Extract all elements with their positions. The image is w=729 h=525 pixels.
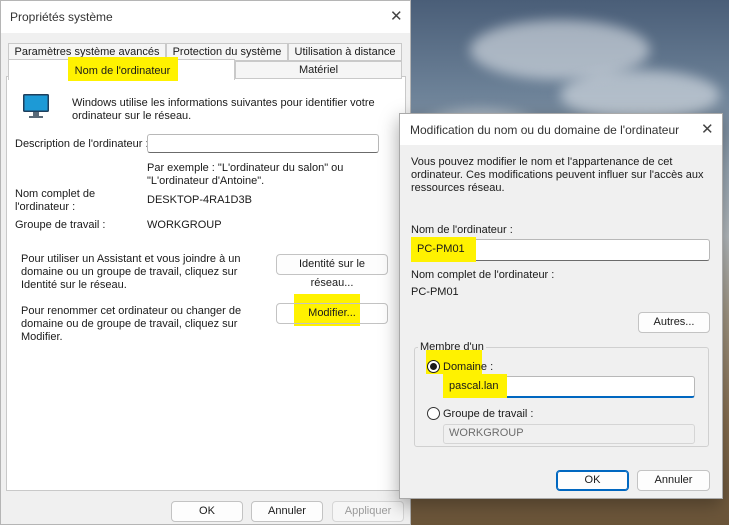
domain-input[interactable]: pascal.lan [443, 374, 695, 398]
modify-button[interactable]: Modifier... [276, 303, 388, 324]
sub-workgroup-label: Groupe de travail : [443, 408, 534, 420]
workgroup-label: Groupe de travail : [15, 219, 106, 231]
workgroup-value: WORKGROUP [147, 219, 222, 231]
domain-radio[interactable] [427, 360, 440, 373]
network-id-button[interactable]: Identité sur le réseau... [276, 254, 388, 289]
dialog-title: Propriétés système [10, 10, 113, 24]
workgroup-input[interactable]: WORKGROUP [443, 424, 695, 444]
description-input[interactable] [147, 134, 379, 153]
sub-titlebar: Modification du nom ou du domaine de l'o… [400, 114, 722, 145]
computer-name-change-dialog: Modification du nom ou du domaine de l'o… [399, 113, 723, 499]
sub-fullname-value: PC-PM01 [411, 286, 459, 298]
assistant-text: Pour utiliser un Assistant et vous joind… [21, 253, 241, 291]
ok-button[interactable]: OK [171, 501, 243, 522]
fullname-value: DESKTOP-4RA1D3B [147, 194, 252, 206]
description-label: Description de l'ordinateur : [15, 138, 149, 150]
titlebar: Propriétés système ✕ [1, 1, 410, 33]
domain-label: Domaine : [443, 361, 494, 373]
example-text: Par exemple : "L'ordinateur du salon" ou… [147, 162, 344, 187]
tab-remote[interactable]: Utilisation à distance [288, 43, 402, 61]
close-icon[interactable]: ✕ [701, 122, 714, 137]
computer-name-input[interactable]: PC-PM01 [411, 237, 710, 262]
computer-monitor-icon [23, 94, 49, 118]
intro-text: Windows utilise les informations suivant… [72, 97, 375, 122]
cancel-button[interactable]: Annuler [251, 501, 323, 522]
sub-ok-button[interactable]: OK [556, 470, 629, 491]
sub-dialog-title: Modification du nom ou du domaine de l'o… [410, 123, 680, 137]
fullname-label: Nom complet de l'ordinateur : [15, 188, 96, 213]
workgroup-radio[interactable] [427, 407, 440, 420]
sub-intro-text: Vous pouvez modifier le nom et l'apparte… [411, 156, 704, 194]
system-properties-dialog: Propriétés système ✕ Paramètres système … [0, 0, 411, 525]
sub-fullname-label: Nom complet de l'ordinateur : [411, 269, 555, 281]
more-button[interactable]: Autres... [638, 312, 710, 333]
name-label: Nom de l'ordinateur : [411, 224, 513, 236]
sub-cancel-button[interactable]: Annuler [637, 470, 710, 491]
apply-button[interactable]: Appliquer [332, 501, 404, 522]
rename-text: Pour renommer cet ordinateur ou changer … [21, 305, 242, 343]
close-icon[interactable]: ✕ [390, 9, 403, 24]
tab-computer-name[interactable]: Nom de l'ordinateur [8, 57, 235, 81]
tab-hardware[interactable]: Matériel [235, 61, 402, 79]
